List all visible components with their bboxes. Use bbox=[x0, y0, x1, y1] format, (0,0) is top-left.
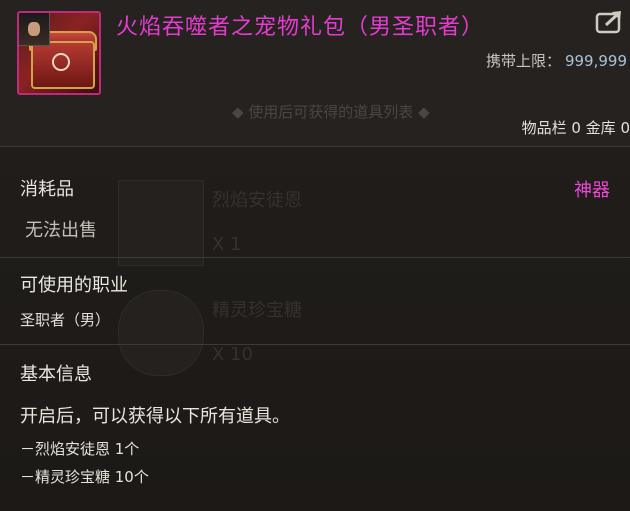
item-tooltip: 烈焰安徒恩 X 1 精灵珍宝糖 X 10 ◆ 使用后可获得的道具列表 ◆ 火焰吞… bbox=[0, 0, 630, 511]
pet-gift-chest-icon bbox=[17, 11, 101, 95]
ghost-item-slot bbox=[118, 290, 204, 376]
basic-info-heading: 基本信息 bbox=[20, 364, 92, 385]
ghost-text: 精灵珍宝糖 bbox=[212, 300, 302, 321]
carry-limit-value: 999,999 bbox=[564, 52, 627, 70]
character-portrait bbox=[19, 13, 50, 46]
carry-limit: 携带上限： 999,999 bbox=[486, 50, 627, 71]
divider bbox=[0, 344, 630, 345]
usable-jobs-heading: 可使用的职业 bbox=[20, 275, 128, 296]
item-description: 开启后，可以获得以下所有道具。 bbox=[20, 406, 290, 427]
item-category: 消耗品 bbox=[20, 179, 74, 200]
ghost-text: X 1 bbox=[212, 234, 242, 255]
ghost-text: X 10 bbox=[212, 344, 253, 365]
contents-item: －精灵珍宝糖 10个 bbox=[20, 468, 149, 486]
trade-restriction: 无法出售 bbox=[25, 220, 97, 241]
ghost-text: 烈焰安徒恩 bbox=[212, 190, 302, 211]
divider bbox=[0, 257, 630, 258]
item-grade: 神器 bbox=[574, 180, 610, 201]
background-hint: ◆ 使用后可获得的道具列表 ◆ bbox=[232, 103, 430, 121]
ghost-item-slot bbox=[118, 180, 204, 266]
contents-item: －烈焰安徒恩 1个 bbox=[20, 440, 140, 458]
divider bbox=[0, 146, 630, 147]
usable-jobs-value: 圣职者（男） bbox=[20, 311, 111, 329]
inventory-counts: 物品栏 0 金库 0 bbox=[521, 119, 630, 137]
carry-limit-label: 携带上限： bbox=[485, 52, 561, 70]
share-arrow-icon[interactable] bbox=[595, 9, 625, 35]
item-title: 火焰吞噬者之宠物礼包（男圣职者） bbox=[116, 15, 485, 40]
